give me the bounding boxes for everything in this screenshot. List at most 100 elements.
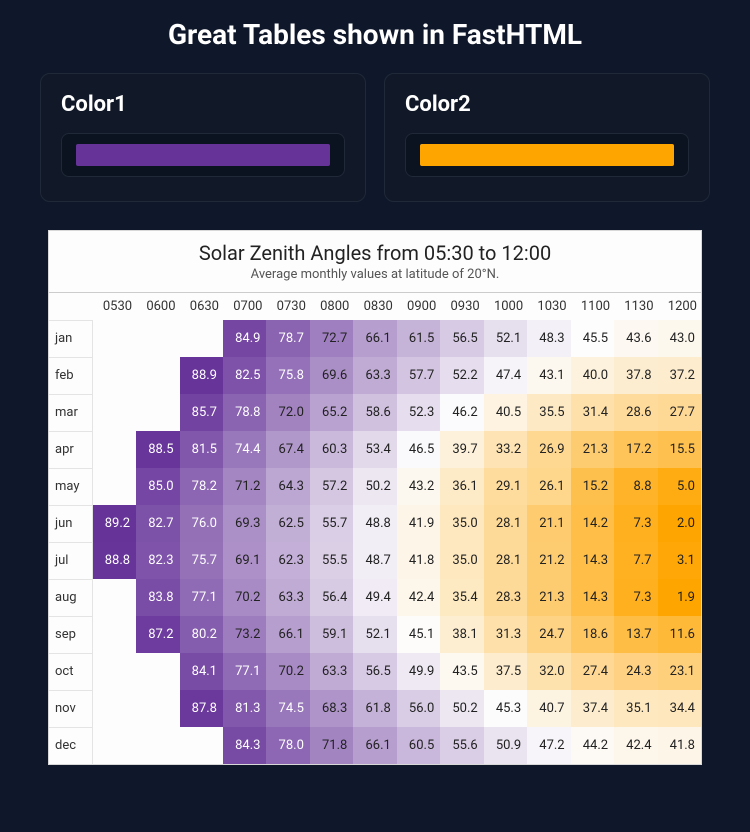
heatmap-cell: 13.7	[614, 616, 657, 653]
color1-card: Color1	[40, 73, 366, 202]
color2-input[interactable]	[405, 133, 689, 177]
heatmap-cell: 84.1	[180, 653, 223, 690]
heatmap-cell: 24.3	[614, 653, 657, 690]
heatmap-cell: 55.6	[440, 727, 483, 764]
heatmap-cell: 59.1	[310, 616, 353, 653]
heatmap-cell: 27.4	[571, 653, 614, 690]
heatmap-cell: 35.4	[440, 579, 483, 616]
heatmap-cell	[92, 653, 136, 690]
heatmap-cell: 87.8	[180, 690, 223, 727]
heatmap-cell: 28.1	[484, 505, 527, 542]
heatmap-cell: 48.7	[353, 542, 396, 579]
column-header: 0600	[136, 293, 179, 321]
color1-input[interactable]	[61, 133, 345, 177]
heatmap-cell: 68.3	[310, 690, 353, 727]
heatmap-cell: 42.4	[614, 727, 657, 764]
heatmap-cell: 56.4	[310, 579, 353, 616]
heatmap-cell: 26.9	[527, 431, 570, 468]
heatmap-cell: 44.2	[571, 727, 614, 764]
heatmap-cell: 63.3	[310, 653, 353, 690]
heatmap-cell: 15.2	[571, 468, 614, 505]
heatmap-cell: 14.3	[571, 542, 614, 579]
heatmap-cell: 41.9	[397, 505, 440, 542]
heatmap-cell	[180, 320, 223, 357]
heatmap-cell	[92, 468, 136, 505]
heatmap-cell: 17.2	[614, 431, 657, 468]
heatmap-cell: 53.4	[353, 431, 396, 468]
heatmap-cell: 31.3	[484, 616, 527, 653]
column-header: 0630	[180, 293, 223, 321]
heatmap-cell: 60.5	[397, 727, 440, 764]
color1-label: Color1	[61, 92, 345, 117]
heatmap-cell: 5.0	[658, 468, 701, 505]
heatmap-cell: 78.7	[266, 320, 309, 357]
heatmap-cell: 88.9	[180, 357, 223, 394]
heatmap-cell: 60.3	[310, 431, 353, 468]
heatmap-cell: 57.2	[310, 468, 353, 505]
heatmap-cell: 62.3	[266, 542, 309, 579]
heatmap-cell	[92, 579, 136, 616]
heatmap-cell: 11.6	[658, 616, 701, 653]
heatmap-cell: 7.3	[614, 579, 657, 616]
row-stub: jan	[49, 320, 92, 357]
heatmap-cell: 14.2	[571, 505, 614, 542]
row-stub: jul	[49, 542, 92, 579]
table-row: aug83.877.170.263.356.449.442.435.428.32…	[49, 579, 701, 616]
heatmap-cell: 61.5	[397, 320, 440, 357]
heatmap-cell	[92, 431, 136, 468]
heatmap-cell: 37.4	[571, 690, 614, 727]
table-row: nov87.881.374.568.361.856.050.245.340.73…	[49, 690, 701, 727]
heatmap-cell: 71.2	[223, 468, 266, 505]
column-header: 0730	[266, 293, 309, 321]
heatmap-cell: 77.1	[180, 579, 223, 616]
heatmap-cell: 36.1	[440, 468, 483, 505]
heatmap-cell: 55.7	[310, 505, 353, 542]
table-row: jul88.882.375.769.162.355.548.741.835.02…	[49, 542, 701, 579]
heatmap-cell: 81.3	[223, 690, 266, 727]
heatmap-cell	[92, 320, 136, 357]
heatmap-cell: 84.9	[223, 320, 266, 357]
heatmap-cell: 47.4	[484, 357, 527, 394]
heatmap-cell: 46.2	[440, 394, 483, 431]
heatmap-cell: 78.0	[266, 727, 309, 764]
heatmap-cell: 40.5	[484, 394, 527, 431]
heatmap-cell: 50.2	[440, 690, 483, 727]
heatmap-cell: 21.3	[527, 579, 570, 616]
heatmap-cell: 81.5	[180, 431, 223, 468]
heatmap-cell: 47.2	[527, 727, 570, 764]
row-stub: aug	[49, 579, 92, 616]
heatmap-cell: 28.3	[484, 579, 527, 616]
heatmap-cell: 39.7	[440, 431, 483, 468]
color2-label: Color2	[405, 92, 689, 117]
heatmap-cell: 82.7	[136, 505, 179, 542]
heatmap-cell: 70.2	[223, 579, 266, 616]
stub-head	[49, 293, 92, 321]
heatmap-cell: 69.6	[310, 357, 353, 394]
heatmap-cell: 37.5	[484, 653, 527, 690]
heatmap-cell: 83.8	[136, 579, 179, 616]
row-stub: feb	[49, 357, 92, 394]
heatmap-cell: 50.2	[353, 468, 396, 505]
heatmap-cell: 31.4	[571, 394, 614, 431]
heatmap-cell: 75.7	[180, 542, 223, 579]
heatmap-cell: 64.3	[266, 468, 309, 505]
heatmap-cell: 7.7	[614, 542, 657, 579]
heatmap-cell: 78.8	[223, 394, 266, 431]
column-header: 0930	[440, 293, 483, 321]
heatmap-cell: 85.0	[136, 468, 179, 505]
heatmap-cell: 50.9	[484, 727, 527, 764]
heatmap-cell: 45.1	[397, 616, 440, 653]
heatmap-cell: 34.4	[658, 690, 701, 727]
heatmap-cell: 56.5	[353, 653, 396, 690]
heatmap-cell: 41.8	[397, 542, 440, 579]
heatmap-cell	[136, 727, 179, 764]
heatmap-cell: 35.5	[527, 394, 570, 431]
table-row: may85.078.271.264.357.250.243.236.129.12…	[49, 468, 701, 505]
heatmap-cell: 77.1	[223, 653, 266, 690]
heatmap-cell: 66.1	[353, 320, 396, 357]
heatmap-cell: 87.2	[136, 616, 179, 653]
heatmap-cell: 28.6	[614, 394, 657, 431]
row-stub: apr	[49, 431, 92, 468]
heatmap-cell: 74.4	[223, 431, 266, 468]
heatmap-cell: 48.8	[353, 505, 396, 542]
